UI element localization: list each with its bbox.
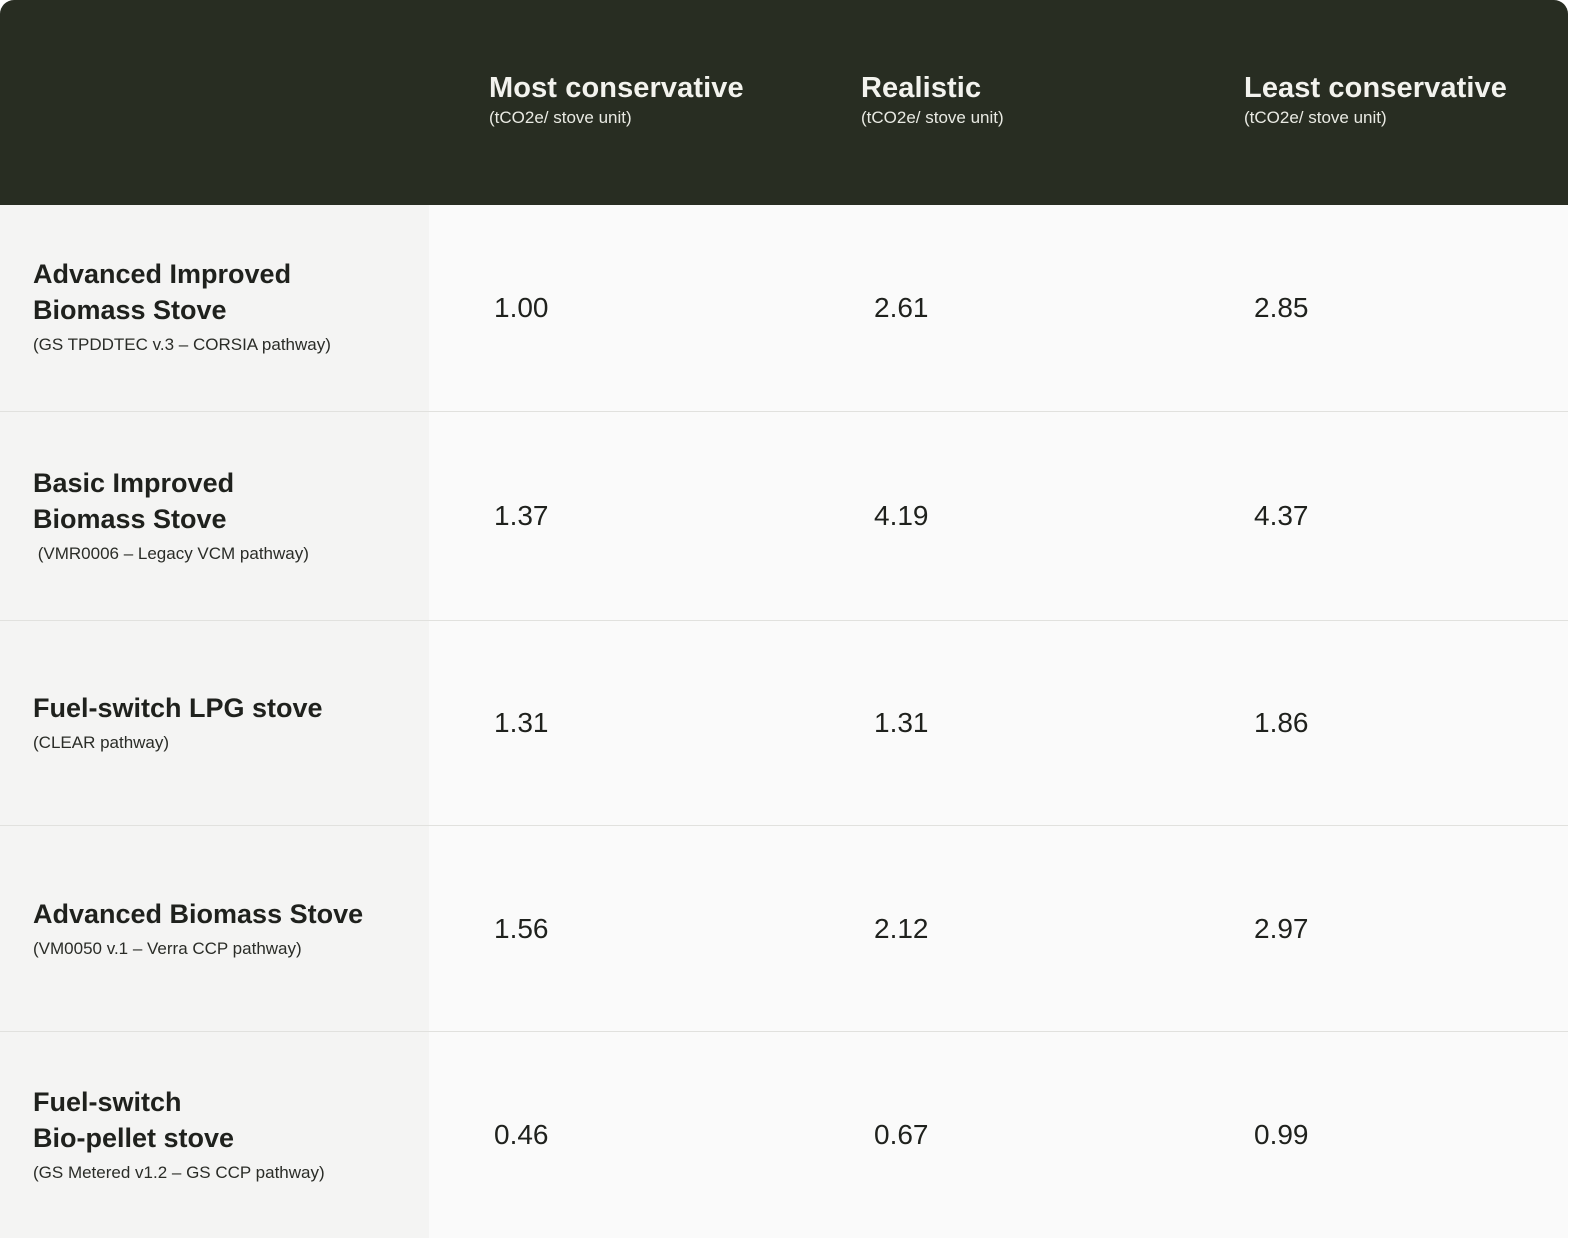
table-row: Advanced Biomass Stove (VM0050 v.1 – Ver… [0,825,1568,1031]
value-most-conservative: 1.00 [494,292,549,323]
table-row: Advanced Improved Biomass Stove (GS TPDD… [0,205,1568,411]
emissions-table: Most conservative (tCO2e/ stove unit) Re… [0,0,1568,1238]
row-name: Fuel-switch LPG stove [33,693,323,723]
row-label-cell: Basic Improved Biomass Stove (VMR0006 – … [0,412,429,620]
column-header-most-conservative: Most conservative (tCO2e/ stove unit) [489,70,744,130]
row-pathway: (CLEAR pathway) [33,733,170,752]
row-pathway: (GS TPDDTEC v.3 – CORSIA pathway) [33,335,331,354]
value-least-conservative: 4.37 [1254,500,1309,531]
column-title: Most conservative [489,72,744,104]
value-least-conservative: 2.97 [1254,912,1309,944]
value-most-conservative: 1.31 [494,707,549,738]
column-header-least-conservative: Least conservative (tCO2e/ stove unit) [1244,70,1507,130]
value-most-conservative: 1.56 [494,912,549,944]
row-name: Basic Improved Biomass Stove [33,468,235,534]
column-unit: (tCO2e/ stove unit) [1244,108,1387,127]
row-label-cell: Fuel-switch Bio-pellet stove (GS Metered… [0,1032,429,1238]
value-realistic: 2.61 [874,292,929,323]
value-most-conservative: 0.46 [494,1119,549,1150]
value-realistic: 1.31 [874,707,929,738]
value-realistic: 4.19 [874,500,929,531]
value-realistic: 2.12 [874,912,929,944]
value-least-conservative: 2.85 [1254,292,1309,323]
row-name: Advanced Improved Biomass Stove [33,259,292,325]
column-title: Realistic [861,72,982,104]
row-name: Advanced Biomass Stove [33,898,364,929]
row-pathway: (VM0050 v.1 – Verra CCP pathway) [33,938,302,958]
table-row: Fuel-switch LPG stove (CLEAR pathway) 1.… [0,620,1568,825]
row-name: Fuel-switch Bio-pellet stove [33,1087,235,1153]
row-label-cell: Advanced Improved Biomass Stove (GS TPDD… [0,205,429,411]
column-header-realistic: Realistic (tCO2e/ stove unit) [861,70,1004,130]
value-realistic: 0.67 [874,1119,929,1150]
row-label-cell: Advanced Biomass Stove (VM0050 v.1 – Ver… [0,826,429,1031]
value-least-conservative: 0.99 [1254,1119,1309,1150]
table-row: Fuel-switch Bio-pellet stove (GS Metered… [0,1031,1568,1238]
row-pathway: (GS Metered v1.2 – GS CCP pathway) [33,1163,325,1182]
value-most-conservative: 1.37 [494,500,549,531]
row-label-cell: Fuel-switch LPG stove (CLEAR pathway) [0,621,429,825]
column-unit: (tCO2e/ stove unit) [489,108,632,127]
value-least-conservative: 1.86 [1254,707,1309,738]
column-unit: (tCO2e/ stove unit) [861,108,1004,127]
table-header: Most conservative (tCO2e/ stove unit) Re… [0,0,1568,205]
column-title: Least conservative [1244,72,1507,104]
table-row: Basic Improved Biomass Stove (VMR0006 – … [0,411,1568,620]
row-pathway: (VMR0006 – Legacy VCM pathway) [33,544,309,563]
